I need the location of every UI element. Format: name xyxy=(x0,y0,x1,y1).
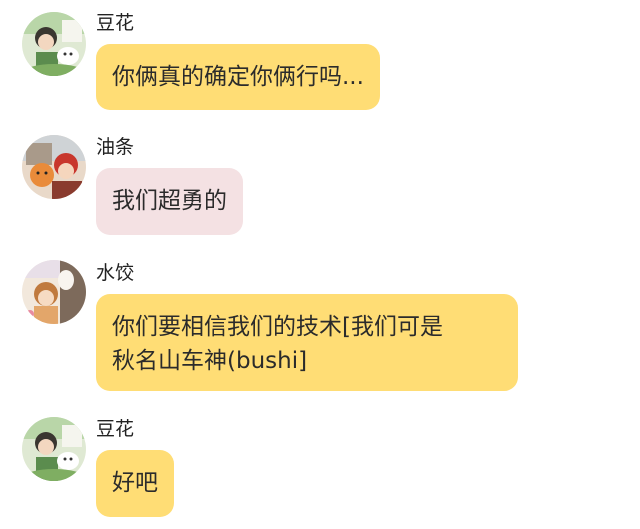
message-text: 我们超勇的 xyxy=(112,188,227,214)
avatar-douhua[interactable] xyxy=(22,12,86,76)
message-text-line: 秋名山车神(bushi] xyxy=(112,348,308,374)
chat-message: 豆花 你俩真的确定你俩行吗... xyxy=(0,0,640,120)
message-bubble[interactable]: 好吧 xyxy=(96,450,174,517)
avatar-douhua-image xyxy=(22,12,86,76)
message-text-line: 你们要相信我们的技术[我们可是 xyxy=(112,314,443,340)
chat-message: 油条 我们超勇的 xyxy=(0,120,640,250)
avatar-youtiao[interactable] xyxy=(22,135,86,199)
chat-message: 水饺 你们要相信我们的技术[我们可是 秋名山车神(bushi] xyxy=(0,250,640,400)
avatar-youtiao-image xyxy=(22,135,86,199)
message-text: 好吧 xyxy=(112,470,158,496)
sender-name: 豆花 xyxy=(96,418,135,440)
avatar-shuijiao[interactable] xyxy=(22,260,86,324)
message-bubble[interactable]: 你们要相信我们的技术[我们可是 秋名山车神(bushi] xyxy=(96,294,518,391)
avatar-douhua[interactable] xyxy=(22,417,86,481)
message-bubble[interactable]: 你俩真的确定你俩行吗... xyxy=(96,44,380,110)
avatar-shuijiao-image xyxy=(22,260,86,324)
chat-message: 豆花 好吧 xyxy=(0,400,640,529)
message-text: 你俩真的确定你俩行吗... xyxy=(112,64,364,90)
sender-name: 油条 xyxy=(96,136,135,158)
message-bubble[interactable]: 我们超勇的 xyxy=(96,168,243,235)
sender-name: 豆花 xyxy=(96,12,135,34)
sender-name: 水饺 xyxy=(96,262,135,284)
avatar-douhua-image xyxy=(22,417,86,481)
